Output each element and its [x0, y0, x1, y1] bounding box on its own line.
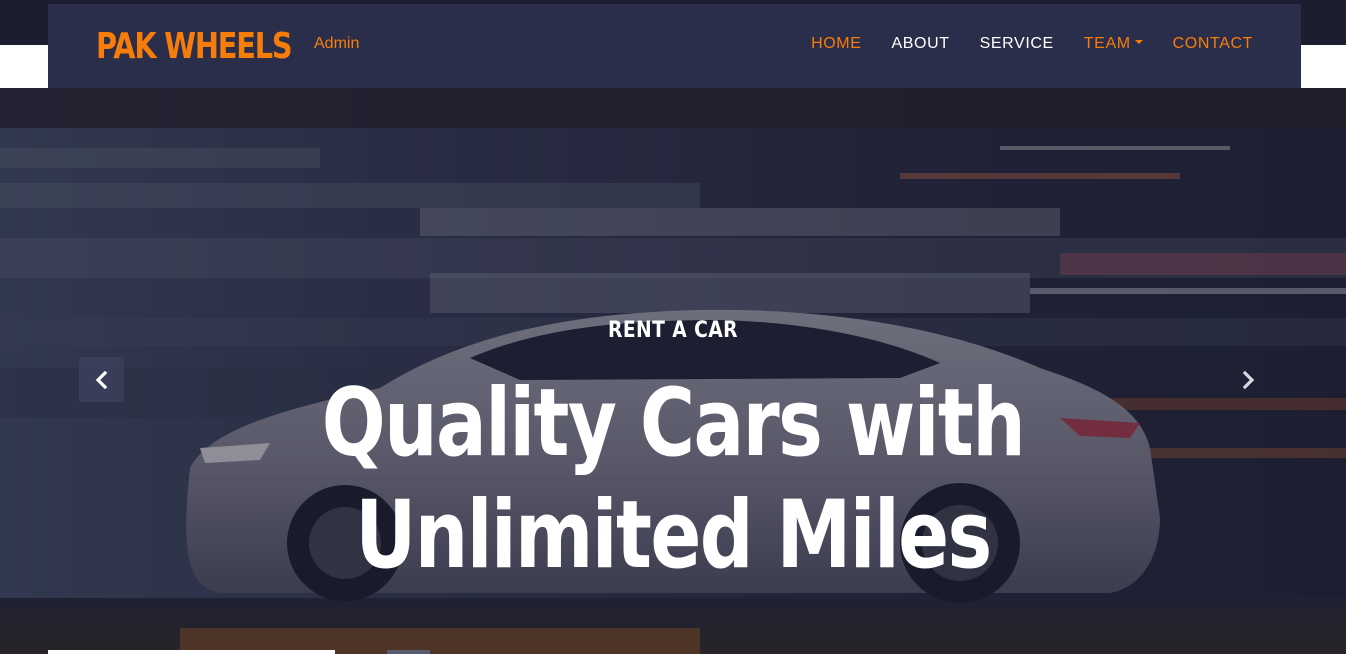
carousel-prev-button[interactable] [79, 357, 124, 402]
chevron-right-icon [1242, 370, 1254, 389]
nav-home[interactable]: HOME [811, 35, 861, 53]
hero-title: Quality Cars with Unlimited Miles [135, 368, 1212, 592]
chevron-left-icon [95, 370, 107, 389]
hero-title-line-2: Unlimited Miles [355, 481, 992, 590]
hero-carousel: RENT A CAR Quality Cars with Unlimited M… [0, 88, 1346, 654]
brand-logo[interactable]: PAK WHEELS [96, 26, 293, 67]
nav-team-dropdown[interactable]: TEAM [1084, 35, 1143, 53]
nav-service[interactable]: SERVICE [980, 35, 1054, 53]
carousel-indicator[interactable] [387, 650, 430, 654]
brand-subtitle[interactable]: Admin [314, 35, 359, 53]
hero-kicker: RENT A CAR [608, 318, 738, 343]
hero-title-line-1: Quality Cars with [321, 369, 1026, 478]
caret-down-icon [1134, 39, 1143, 44]
carousel-next-button[interactable] [1225, 357, 1270, 402]
hero-caption: RENT A CAR Quality Cars with Unlimited M… [0, 88, 1346, 654]
nav-team-label: TEAM [1083, 35, 1131, 52]
nav-contact[interactable]: CONTACT [1173, 35, 1253, 53]
carousel-indicator-active[interactable] [48, 650, 335, 654]
navbar: PAK WHEELS Admin HOME ABOUT SERVICE TEAM… [48, 4, 1301, 88]
nav-links: HOME ABOUT SERVICE TEAM CONTACT [811, 35, 1253, 53]
nav-about[interactable]: ABOUT [892, 35, 950, 53]
